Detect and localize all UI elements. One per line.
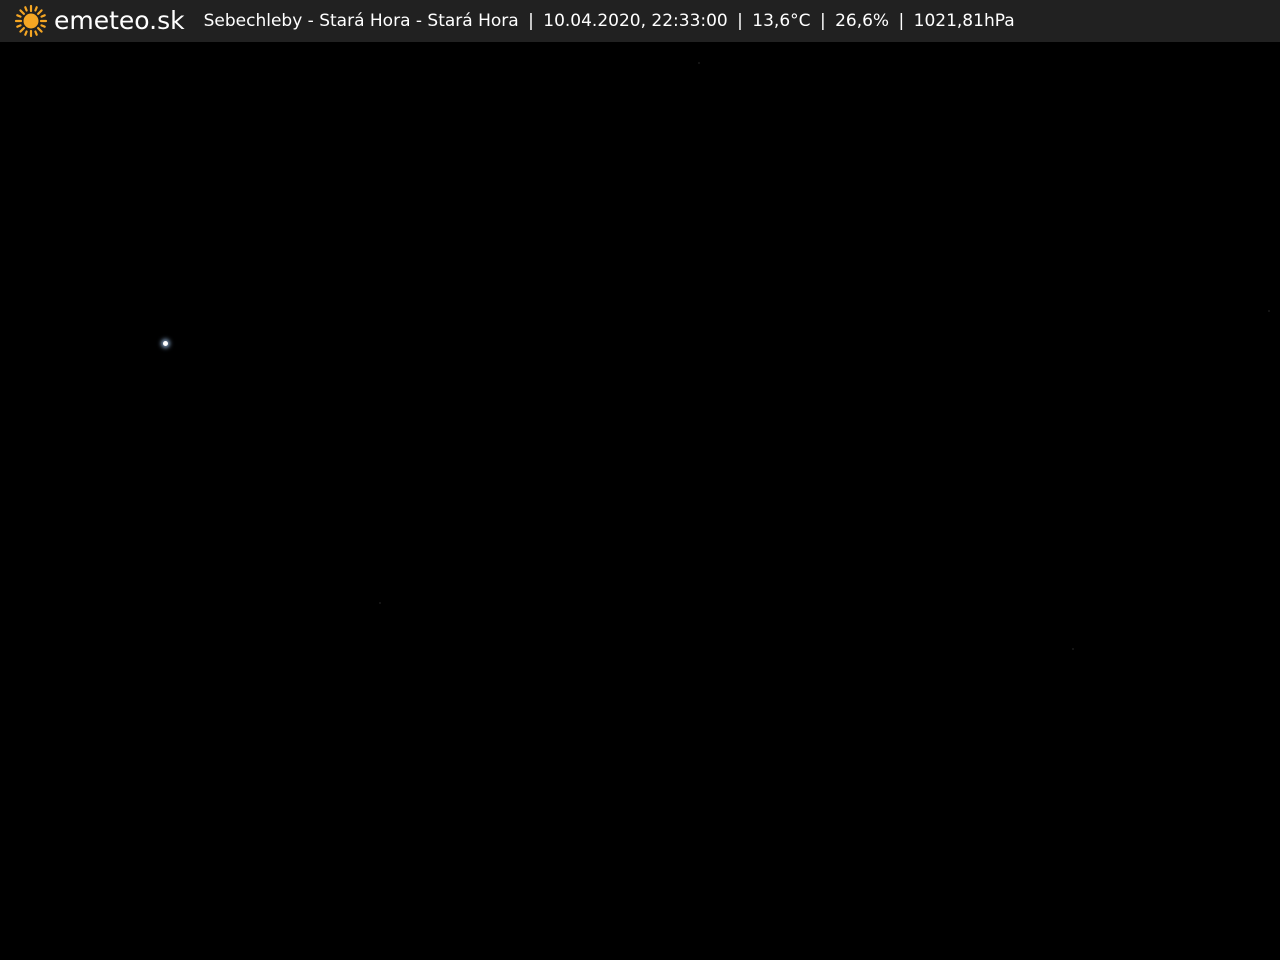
sun-icon <box>14 4 48 38</box>
separator: | <box>737 11 743 31</box>
station-info: Sebechleby - Stará Hora - Stará Hora | 1… <box>204 0 1015 42</box>
humidity-value: 26,6% <box>835 11 890 31</box>
webcam-night-image <box>0 42 1280 960</box>
separator: | <box>898 11 905 31</box>
separator: | <box>528 11 534 31</box>
station-location: Sebechleby - Stará Hora - Stará Hora <box>203 11 519 31</box>
faint-star <box>379 602 381 604</box>
faint-star <box>1072 648 1074 650</box>
webcam-frame: emeteo.sk Sebechleby - Stará Hora - Star… <box>0 0 1280 960</box>
bright-star <box>163 341 168 346</box>
faint-star <box>1268 310 1270 312</box>
site-logo[interactable]: emeteo.sk <box>14 0 185 42</box>
pressure-value: 1021,81hPa <box>913 11 1015 31</box>
info-bar: emeteo.sk Sebechleby - Stará Hora - Star… <box>0 0 1280 42</box>
brand-name[interactable]: emeteo.sk <box>54 0 185 42</box>
separator: | <box>819 11 826 31</box>
observation-datetime: 10.04.2020, 22:33:00 <box>543 11 728 31</box>
faint-star <box>698 62 700 64</box>
temperature-value: 13,6°C <box>752 11 811 31</box>
